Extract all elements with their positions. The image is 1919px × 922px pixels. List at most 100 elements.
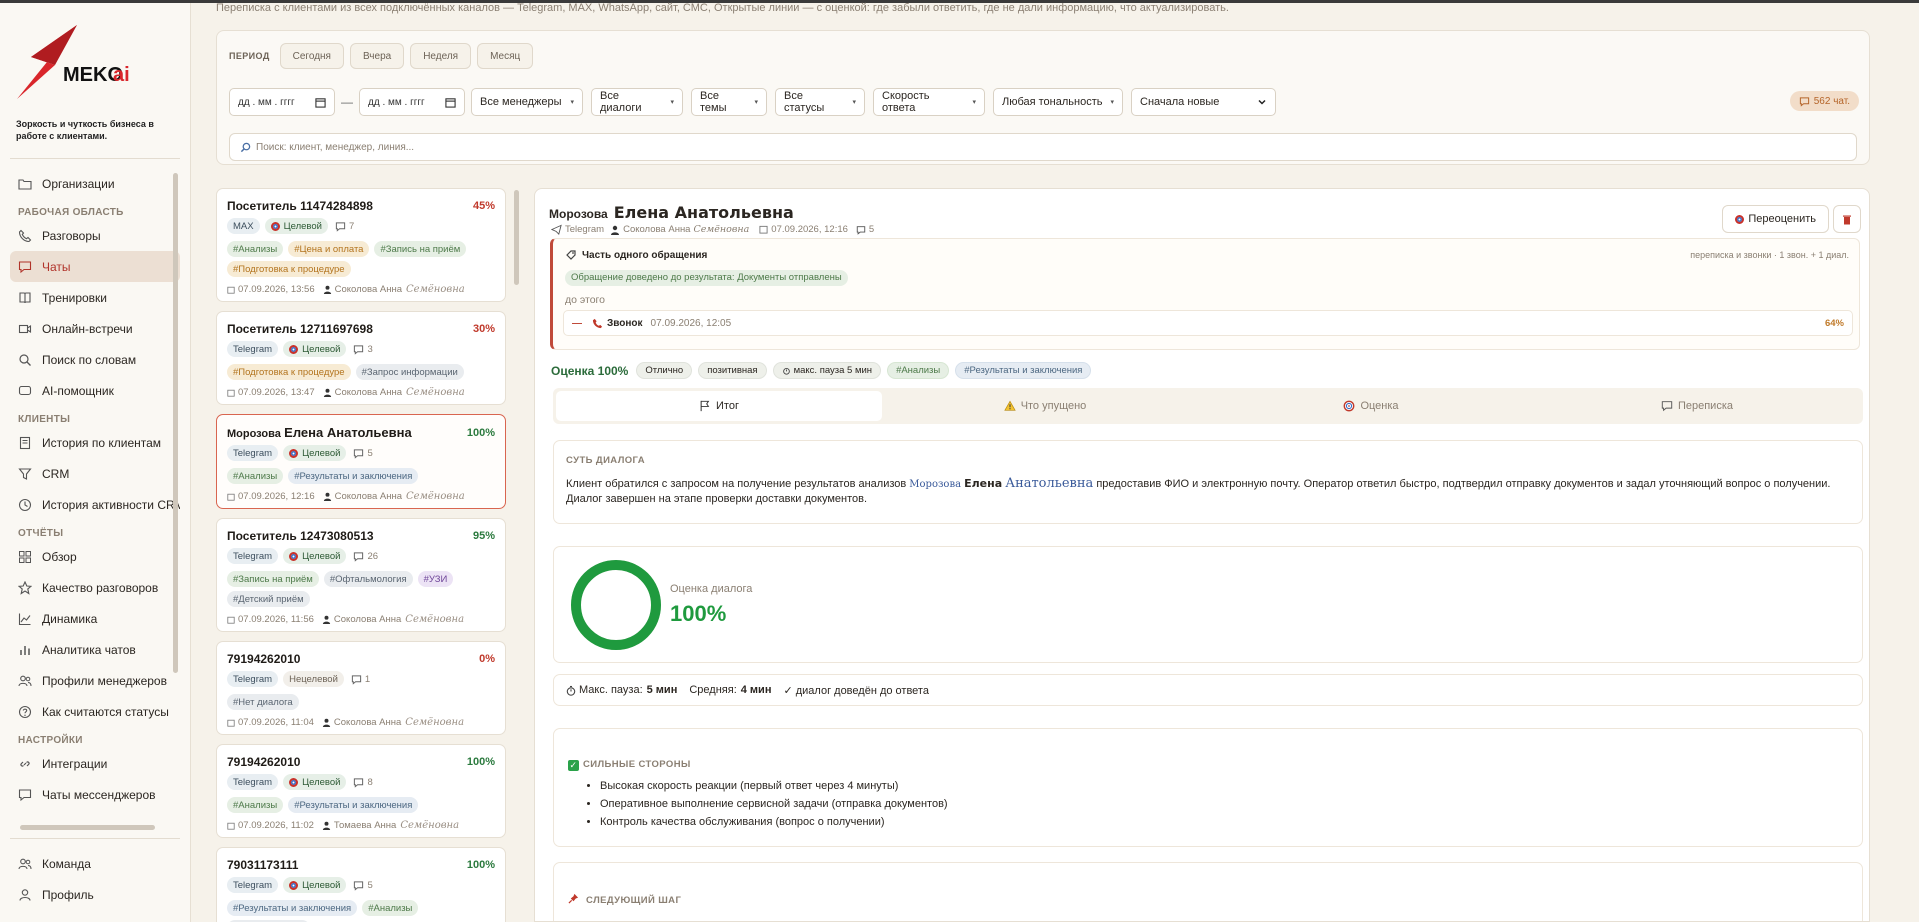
sidebar-item-0-2[interactable]: Тренировки — [10, 282, 180, 313]
next-step-title: СЛЕДУЮЩИЙ ШАГ — [568, 893, 1848, 906]
sidebar-item-3-0[interactable]: Интеграции — [10, 748, 180, 779]
filter-select-4[interactable]: Скорость ответа ▾ — [873, 88, 985, 116]
date-to-input[interactable]: дд . мм . гггг — [359, 88, 465, 116]
before-label: до этого — [565, 294, 605, 306]
channel-tag: Telegram — [227, 445, 279, 461]
logo-suffix: ai — [113, 64, 130, 86]
date-from-input[interactable]: дд . мм . гггг — [229, 88, 335, 116]
sidebar-item-3-1[interactable]: Чаты мессенджеров — [10, 779, 180, 810]
sidebar-item-bottom-1[interactable]: Профиль — [10, 879, 180, 910]
target-label: Целевой — [302, 343, 341, 355]
sidebar-item-0-4[interactable]: Поиск по словам — [10, 344, 180, 375]
link-icon — [20, 760, 30, 767]
sidebar-item-1-0[interactable]: История по клиентам — [10, 427, 180, 458]
filter-select-value: Все менеджеры — [480, 96, 562, 108]
chat-card[interactable]: Морозова Елена Анатольевна 100% Telegram Це… — [216, 414, 506, 509]
page-subtitle: Переписка с клиентами из всех подключённ… — [216, 2, 1229, 14]
message-count: 7 — [335, 221, 354, 232]
chat-head: Посетитель 12711697698 30% — [227, 322, 495, 336]
rescore-button[interactable]: Переоценить — [1722, 205, 1829, 233]
next-step-label: СЛЕДУЮЩИЙ ШАГ — [586, 895, 682, 906]
video-icon — [18, 324, 32, 333]
sidebar-item-bottom-0[interactable]: Команда — [10, 848, 180, 879]
topic-tag: #Результаты и заключения — [227, 900, 358, 916]
client-date: 07.09.2026, 12:16 — [771, 224, 848, 235]
sidebar-item-2-0[interactable]: Обзор — [10, 541, 180, 572]
chat-manager: Соколова Анна — [334, 387, 402, 398]
filter-select-1[interactable]: Все диалоги ▾ — [591, 88, 683, 116]
sidebar-item-0-1[interactable]: Чаты — [10, 251, 180, 282]
sidebar-item-label: Команда — [42, 856, 91, 871]
chat-meta: 07.09.2026, 11:56 Соколова Анна Семёновна — [227, 614, 495, 625]
tab-1[interactable]: Что упущено — [882, 391, 1208, 421]
calendar-icon — [227, 616, 235, 624]
manager-signature: Семёновна — [406, 387, 465, 398]
sidebar-item-0-5[interactable]: AI-помощник — [10, 375, 180, 406]
tab-0[interactable]: Итог — [556, 391, 882, 421]
chat-card[interactable]: 79194262010 100% Telegram Целевой 8 #Анализы #… — [216, 744, 506, 838]
score-pill: #Анализы — [887, 362, 950, 379]
chat-card[interactable]: Посетитель 12473080513 95% Telegram Целевой… — [216, 518, 506, 632]
caret-icon: ▾ — [852, 99, 856, 106]
filter-select-5[interactable]: Любая тональность ▾ — [993, 88, 1123, 116]
manager-icon — [323, 388, 331, 397]
filter-select-value: Все темы — [700, 90, 727, 114]
sort-value: Сначала новые — [1140, 96, 1220, 108]
period-button-3[interactable]: Месяц — [477, 43, 534, 69]
chat-meta: 07.09.2026, 13:47 Соколова Анна Семёновна — [227, 387, 495, 398]
filter-select-value: Все статусы — [784, 90, 825, 114]
chat-date: 07.09.2026, 11:02 — [238, 820, 314, 831]
sidebar-item-1-2[interactable]: История активности CRM — [10, 489, 180, 520]
sidebar-item-1-1[interactable]: CRM — [10, 458, 180, 489]
message-count: 1 — [351, 674, 370, 685]
tab-3[interactable]: Переписка — [1534, 391, 1860, 421]
target-icon — [289, 448, 299, 458]
sort-select[interactable]: Сначала новые — [1131, 88, 1276, 116]
sidebar-item-2-3[interactable]: Аналитика чатов — [10, 634, 180, 665]
period-button-2[interactable]: Неделя — [410, 43, 472, 69]
sidebar-item-label: Чаты — [42, 259, 71, 274]
period-button-1[interactable]: Вчера — [349, 43, 405, 69]
sidebar-item-2-1[interactable]: Качество разговоров — [10, 572, 180, 603]
channel-tag: Telegram — [227, 774, 279, 790]
search-input[interactable]: Поиск: клиент, менеджер, линия... — [229, 133, 1857, 161]
sidebar-horizontal-scrollbar[interactable] — [20, 825, 155, 830]
sidebar-item-0-3[interactable]: Онлайн-встречи — [10, 313, 180, 344]
chat-list-scrollbar[interactable] — [514, 190, 519, 285]
filter-select-0[interactable]: Все менеджеры ▾ — [471, 88, 583, 116]
sidebar-item-2-5[interactable]: Как считаются статусы — [10, 696, 180, 727]
chat-card[interactable]: 79031173111 100% Telegram Целевой 5 #Результа… — [216, 847, 506, 922]
filter-select-2[interactable]: Все темы ▾ — [691, 88, 767, 116]
stopwatch-icon — [782, 368, 790, 375]
filter-select-3[interactable]: Все статусы ▾ — [775, 88, 865, 116]
chat-card[interactable]: Посетитель 12711697698 30% Telegram Целевой… — [216, 311, 506, 405]
chat-card[interactable]: 79194262010 0% Telegram Нецелевой 1 #Нет диал… — [216, 641, 506, 735]
chat-score: 30% — [472, 323, 495, 335]
sidebar-item-label: AI-помощник — [42, 383, 114, 398]
chat-topic-tags: #Анализы #Результаты и заключения — [227, 797, 495, 817]
search-placeholder: Поиск: клиент, менеджер, линия... — [256, 141, 415, 153]
avg-label: Средняя: — [689, 684, 737, 696]
sidebar-vertical-scrollbar[interactable] — [173, 173, 178, 673]
filter-select-value: Скорость ответа — [882, 90, 930, 114]
chat-date: 07.09.2026, 12:16 — [238, 491, 315, 502]
chat-tags: MAX Целевой 7 — [227, 218, 495, 238]
sidebar-section-title: РАБОЧАЯ ОБЛАСТЬ — [18, 207, 124, 218]
chat-title: Посетитель 12473080513 — [227, 529, 374, 543]
related-call-row[interactable]: — Звонок 07.09.2026, 12:05 64% — [563, 310, 1853, 336]
sidebar-item-2-2[interactable]: Динамика — [10, 603, 180, 634]
message-count-value: 5 — [367, 447, 373, 459]
chat-card[interactable]: Посетитель 11474284898 45% MAX Целевой 7 #Ана… — [216, 188, 506, 302]
sidebar-item-2-4[interactable]: Профили менеджеров — [10, 665, 180, 696]
caret-icon: ▾ — [670, 99, 674, 106]
period-button-0[interactable]: Сегодня — [279, 43, 344, 69]
target-label: Целевой — [302, 550, 341, 562]
meko-logo[interactable]: MEKO ai — [15, 21, 165, 101]
tab-2[interactable]: Оценка — [1208, 391, 1534, 421]
delete-button[interactable] — [1833, 205, 1861, 233]
sidebar-item-top-0[interactable]: Организации — [10, 168, 180, 199]
sidebar-item-0-0[interactable]: Разговоры — [10, 220, 180, 251]
stats-line: Макс. пауза: 5 мин Средняя: 4 мин ✓ диал… — [566, 684, 929, 697]
phone-icon — [592, 318, 603, 328]
manager-signature: Семёновна — [406, 284, 465, 295]
